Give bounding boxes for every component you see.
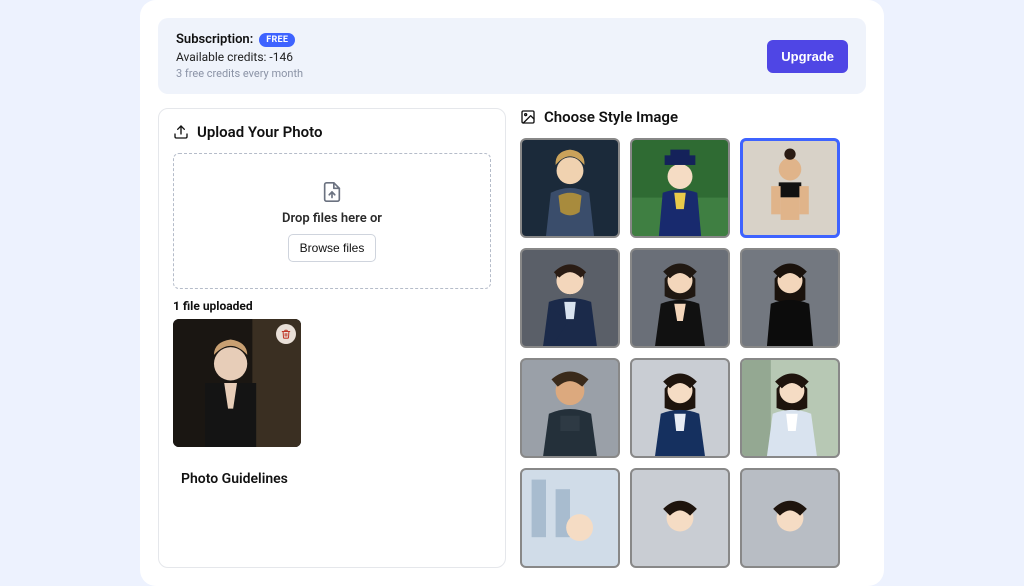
subscription-info: Subscription: FREE Available credits: -1… <box>176 32 303 80</box>
style-option-7[interactable] <box>630 358 730 458</box>
upload-status: 1 file uploaded <box>173 299 491 313</box>
credits-note: 3 free credits every month <box>176 67 303 80</box>
style-option-1[interactable] <box>630 138 730 238</box>
drop-text: Drop files here or <box>282 211 382 226</box>
style-panel: Choose Style Image <box>520 108 866 568</box>
subscription-badge: FREE <box>259 33 295 47</box>
upload-icon <box>173 124 189 140</box>
image-icon <box>520 109 536 125</box>
trash-icon <box>281 329 291 339</box>
upload-panel: Upload Your Photo Drop files here or Bro… <box>158 108 506 568</box>
file-upload-icon <box>321 181 343 203</box>
subscription-label: Subscription: <box>176 32 253 47</box>
style-title: Choose Style Image <box>544 108 678 126</box>
uploaded-thumbnail[interactable] <box>173 319 301 447</box>
style-option-11[interactable] <box>740 468 840 568</box>
style-option-6[interactable] <box>520 358 620 458</box>
upgrade-button[interactable]: Upgrade <box>767 40 848 73</box>
style-option-4[interactable] <box>630 248 730 348</box>
style-option-5[interactable] <box>740 248 840 348</box>
subscription-banner: Subscription: FREE Available credits: -1… <box>158 18 866 94</box>
style-option-10[interactable] <box>630 468 730 568</box>
credits-text: Available credits: -146 <box>176 50 303 64</box>
main-card: Subscription: FREE Available credits: -1… <box>140 0 884 586</box>
style-option-3[interactable] <box>520 248 620 348</box>
guidelines-title: Photo Guidelines <box>181 471 505 487</box>
style-option-8[interactable] <box>740 358 840 458</box>
dropzone[interactable]: Drop files here or Browse files <box>173 153 491 289</box>
upload-title: Upload Your Photo <box>197 123 322 141</box>
style-grid <box>520 138 866 568</box>
style-option-2[interactable] <box>740 138 840 238</box>
style-option-0[interactable] <box>520 138 620 238</box>
style-option-9[interactable] <box>520 468 620 568</box>
browse-button[interactable]: Browse files <box>288 234 377 262</box>
delete-thumbnail-button[interactable] <box>276 324 296 344</box>
